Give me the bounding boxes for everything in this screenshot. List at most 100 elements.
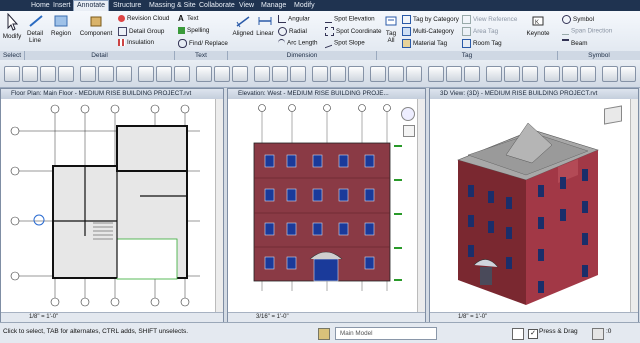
spelling-icon bbox=[178, 27, 185, 34]
group-title-tag: Tag bbox=[377, 51, 558, 60]
filter-funnel-icon[interactable] bbox=[592, 328, 604, 340]
tool-button-19[interactable] bbox=[348, 66, 364, 82]
region-button[interactable]: Region bbox=[49, 14, 73, 37]
linear-dimension-button[interactable]: Linear bbox=[255, 14, 275, 37]
tool-button-10[interactable] bbox=[174, 66, 190, 82]
floor-plan-scale[interactable]: 1/8" = 1'-0" bbox=[29, 314, 58, 320]
tool-button-20[interactable] bbox=[370, 66, 386, 82]
navigation-wheel-icon[interactable] bbox=[401, 107, 415, 121]
text-button[interactable]: A Text bbox=[178, 15, 199, 23]
3d-view[interactable]: 3D View: {3D} - MEDIUM RISE BUILDING PRO… bbox=[429, 88, 639, 323]
revision-cloud-button[interactable]: Revision Cloud bbox=[118, 15, 169, 22]
tool-button-27[interactable] bbox=[504, 66, 520, 82]
tool-button-2[interactable] bbox=[22, 66, 38, 82]
spot-slope-button[interactable]: Spot Slope bbox=[325, 37, 365, 49]
spot-elevation-button[interactable]: Spot Elevation bbox=[325, 15, 375, 23]
tool-button-31[interactable] bbox=[580, 66, 596, 82]
tool-button-30[interactable] bbox=[562, 66, 578, 82]
symbol-icon bbox=[562, 15, 571, 24]
workset-icon[interactable] bbox=[318, 328, 330, 340]
tool-button-23[interactable] bbox=[428, 66, 444, 82]
tool-button-22[interactable] bbox=[406, 66, 422, 82]
tool-button-7[interactable] bbox=[116, 66, 132, 82]
tool-button-21[interactable] bbox=[388, 66, 404, 82]
text-label: Text bbox=[187, 15, 199, 23]
tool-button-14[interactable] bbox=[254, 66, 270, 82]
tab-massing-site[interactable]: Massing & Site bbox=[146, 1, 199, 11]
tool-button-25[interactable] bbox=[464, 66, 480, 82]
tool-button-12[interactable] bbox=[214, 66, 230, 82]
tab-manage[interactable]: Manage bbox=[258, 1, 289, 11]
elevation-scrollbar[interactable] bbox=[417, 99, 425, 313]
keynote-button[interactable]: K Keynote bbox=[524, 14, 552, 37]
3d-view-scale[interactable]: 1/8" = 1'-0" bbox=[458, 314, 487, 320]
aligned-dimension-button[interactable]: Aligned bbox=[231, 14, 255, 37]
material-tag-button[interactable]: Material Tag bbox=[402, 39, 447, 48]
tab-home[interactable]: Home bbox=[28, 1, 53, 11]
tool-button-5[interactable] bbox=[80, 66, 96, 82]
tool-button-24[interactable] bbox=[446, 66, 462, 82]
multi-category-button[interactable]: Multi-Category bbox=[402, 27, 454, 36]
beam-button[interactable]: Beam bbox=[562, 39, 587, 48]
component-button[interactable]: Component bbox=[78, 14, 114, 37]
insulation-button[interactable]: Insulation bbox=[118, 39, 154, 46]
group-title-symbol: Symbol bbox=[558, 51, 640, 60]
tool-button-3[interactable] bbox=[40, 66, 56, 82]
tool-button-8[interactable] bbox=[138, 66, 154, 82]
press-drag-checkbox[interactable]: ✓ bbox=[528, 329, 538, 339]
room-tag-button[interactable]: Room Tag bbox=[462, 39, 502, 48]
elevation-scale[interactable]: 3/16" = 1'-0" bbox=[256, 314, 289, 320]
tool-button-29[interactable] bbox=[544, 66, 560, 82]
tool-button-28[interactable] bbox=[522, 66, 538, 82]
spot-coordinate-button[interactable]: Spot Coordinate bbox=[325, 27, 382, 36]
floor-plan-view[interactable]: Floor Plan: Main Floor - MEDIUM RISE BUI… bbox=[0, 88, 224, 323]
room-tag-icon bbox=[462, 39, 471, 48]
detail-line-icon bbox=[29, 15, 43, 27]
tag-all-button[interactable]: Tag All bbox=[381, 14, 401, 44]
tool-button-6[interactable] bbox=[98, 66, 114, 82]
find-replace-button[interactable]: Find/ Replace bbox=[178, 39, 228, 48]
tool-button-26[interactable] bbox=[486, 66, 502, 82]
tool-button-32[interactable] bbox=[602, 66, 618, 82]
tab-modify[interactable]: Modify bbox=[291, 1, 318, 11]
symbol-button[interactable]: Symbol bbox=[562, 15, 594, 24]
modify-button[interactable]: Modify bbox=[1, 12, 23, 40]
tag-by-category-button[interactable]: Tag by Category bbox=[402, 15, 459, 24]
elevation-view[interactable]: Elevation: West - MEDIUM RISE BUILDING P… bbox=[227, 88, 426, 323]
status-message: Click to select, TAB for alternates, CTR… bbox=[3, 328, 189, 335]
tool-button-15[interactable] bbox=[272, 66, 288, 82]
tool-button-17[interactable] bbox=[312, 66, 328, 82]
floor-plan-scrollbar[interactable] bbox=[215, 99, 223, 313]
filter-icon[interactable] bbox=[512, 328, 524, 340]
tab-view[interactable]: View bbox=[236, 1, 257, 11]
view-reference-button[interactable]: View Reference bbox=[462, 15, 517, 24]
linear-dimension-icon bbox=[258, 17, 272, 25]
angular-button[interactable]: Angular bbox=[278, 15, 310, 23]
design-option-dropdown[interactable]: Main Model bbox=[335, 327, 437, 340]
spot-coordinate-icon bbox=[325, 27, 334, 36]
tool-button-18[interactable] bbox=[330, 66, 346, 82]
tool-button-1[interactable] bbox=[4, 66, 20, 82]
tool-button-16[interactable] bbox=[290, 66, 306, 82]
arc-length-button[interactable]: Arc Length bbox=[278, 39, 317, 47]
tag-all-icon bbox=[385, 16, 397, 26]
tool-button-11[interactable] bbox=[196, 66, 212, 82]
tab-structure[interactable]: Structure bbox=[110, 1, 144, 11]
tool-button-9[interactable] bbox=[156, 66, 172, 82]
floor-plan-title: Floor Plan: Main Floor - MEDIUM RISE BUI… bbox=[1, 89, 223, 99]
tab-collaborate[interactable]: Collaborate bbox=[196, 1, 238, 11]
detail-line-button[interactable]: Detail Line bbox=[25, 14, 47, 44]
tool-button-33[interactable] bbox=[620, 66, 636, 82]
tab-insert[interactable]: Insert bbox=[50, 1, 74, 11]
tool-button-13[interactable] bbox=[232, 66, 248, 82]
tool-button-4[interactable] bbox=[58, 66, 74, 82]
spelling-button[interactable]: Spelling bbox=[178, 27, 209, 34]
detail-group-label: Detail Group bbox=[129, 28, 165, 36]
area-tag-button[interactable]: Area Tag bbox=[462, 27, 498, 36]
multi-category-label: Multi-Category bbox=[413, 28, 454, 36]
3d-view-scrollbar[interactable] bbox=[630, 99, 638, 313]
zoom-icon[interactable] bbox=[403, 125, 415, 137]
span-direction-button[interactable]: Span Direction bbox=[562, 27, 612, 35]
radial-button[interactable]: Radial bbox=[278, 27, 307, 36]
detail-group-button[interactable]: Detail Group bbox=[118, 27, 164, 36]
